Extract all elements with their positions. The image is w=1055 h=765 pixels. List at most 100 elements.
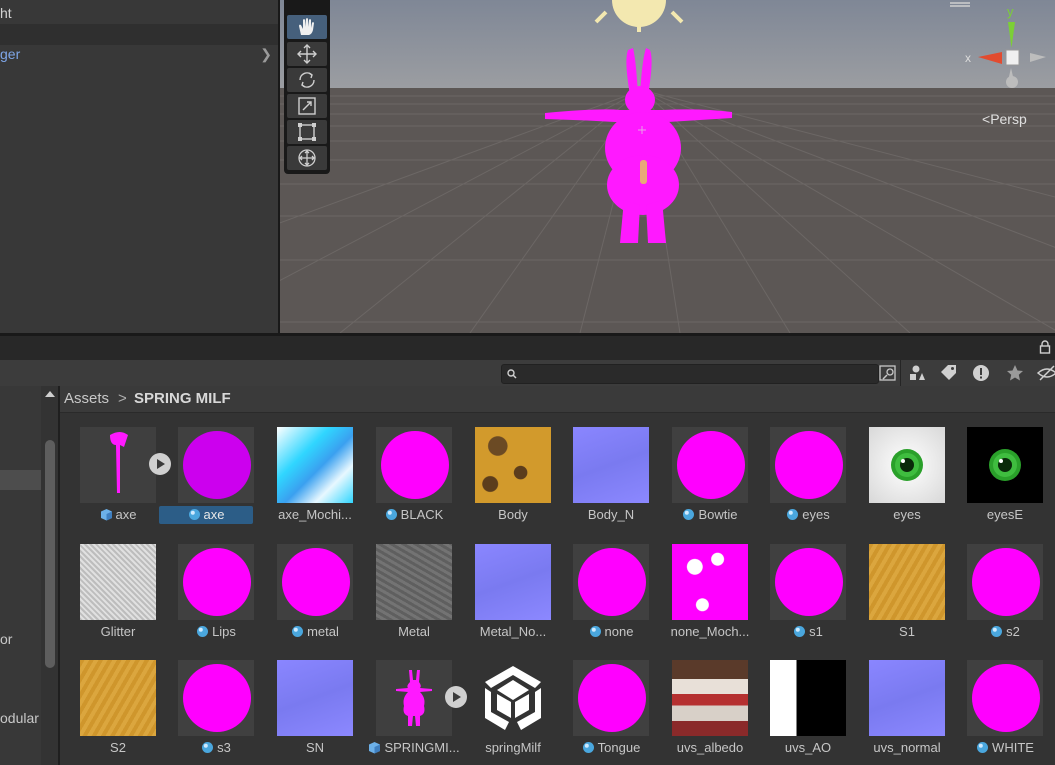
asset-label[interactable]: Metal_No... <box>465 623 561 641</box>
asset-label[interactable]: Metal <box>366 623 462 641</box>
folder-tree-item[interactable]: odular <box>0 710 39 726</box>
asset-thumbnail[interactable] <box>277 544 353 620</box>
asset-item[interactable]: Tongue <box>563 660 657 760</box>
asset-thumbnail[interactable] <box>277 427 353 503</box>
asset-label[interactable]: eyesE <box>957 506 1053 524</box>
asset-item[interactable]: springMilf <box>465 660 559 760</box>
asset-thumbnail[interactable] <box>80 544 156 620</box>
asset-label[interactable]: s3 <box>168 739 264 757</box>
asset-thumbnail[interactable] <box>178 427 254 503</box>
asset-label[interactable]: none_Moch... <box>662 623 758 641</box>
asset-label[interactable]: SPRINGMI... <box>366 739 462 757</box>
asset-label[interactable]: uvs_albedo <box>662 739 758 757</box>
asset-item[interactable]: Body <box>465 427 559 527</box>
asset-label[interactable]: s1 <box>760 623 856 641</box>
search-by-scene-icon[interactable] <box>878 364 900 382</box>
folder-tree-selected-row[interactable] <box>0 470 41 490</box>
filter-by-type-icon[interactable] <box>906 364 928 382</box>
hierarchy-item[interactable]: ger ❯ <box>0 44 278 65</box>
asset-label[interactable]: eyes <box>859 506 955 524</box>
asset-label[interactable]: Glitter <box>70 623 166 641</box>
folder-tree-item[interactable]: or <box>0 631 12 647</box>
asset-item[interactable]: Body_N <box>563 427 657 527</box>
asset-label[interactable]: Body <box>465 506 561 524</box>
asset-label[interactable]: Body_N <box>563 506 659 524</box>
breadcrumb-current[interactable]: SPRING MILF <box>134 390 231 407</box>
hierarchy-item[interactable] <box>0 24 278 45</box>
asset-item[interactable]: uvs_albedo <box>662 660 756 760</box>
asset-thumbnail[interactable] <box>376 544 452 620</box>
asset-item[interactable]: SN <box>267 660 361 760</box>
asset-label[interactable]: none <box>563 623 659 641</box>
asset-thumbnail[interactable] <box>376 427 452 503</box>
asset-label[interactable]: WHITE <box>957 739 1053 757</box>
asset-label[interactable]: axe <box>70 506 166 524</box>
asset-thumbnail[interactable] <box>475 660 551 736</box>
projection-toggle[interactable]: <Persp <box>982 111 1027 127</box>
lock-icon[interactable] <box>1039 340 1051 354</box>
asset-thumbnail[interactable] <box>475 427 551 503</box>
asset-label[interactable]: s2 <box>957 623 1053 641</box>
scale-tool-button[interactable] <box>287 94 327 118</box>
asset-thumbnail[interactable] <box>573 660 649 736</box>
asset-item[interactable]: axe_Mochi... <box>267 427 361 527</box>
asset-item[interactable]: axe <box>70 427 171 527</box>
chevron-right-icon[interactable]: ❯ <box>260 44 272 65</box>
asset-thumbnail[interactable] <box>277 660 353 736</box>
asset-thumbnail[interactable] <box>869 427 945 503</box>
asset-thumbnail[interactable] <box>967 544 1043 620</box>
search-input[interactable] <box>520 365 874 385</box>
asset-item[interactable]: Glitter <box>70 544 164 644</box>
asset-thumbnail[interactable] <box>178 544 254 620</box>
asset-item[interactable]: s3 <box>168 660 262 760</box>
asset-thumbnail[interactable] <box>573 427 649 503</box>
move-tool-button[interactable] <box>287 42 327 66</box>
asset-label[interactable]: metal <box>267 623 363 641</box>
asset-item[interactable]: S1 <box>859 544 953 644</box>
asset-thumbnail[interactable] <box>672 427 748 503</box>
asset-item[interactable]: eyesE <box>957 427 1051 527</box>
asset-thumbnail[interactable] <box>672 544 748 620</box>
asset-label[interactable]: S2 <box>70 739 166 757</box>
asset-thumbnail[interactable] <box>770 427 846 503</box>
asset-label[interactable]: Lips <box>168 623 264 641</box>
asset-label[interactable]: uvs_AO <box>760 739 856 757</box>
asset-item[interactable]: none_Moch... <box>662 544 756 644</box>
asset-item[interactable]: eyes <box>859 427 953 527</box>
asset-item[interactable]: Bowtie <box>662 427 756 527</box>
folder-scrollbar-thumb[interactable] <box>45 440 55 668</box>
asset-item[interactable]: uvs_normal <box>859 660 953 760</box>
asset-item[interactable]: axe <box>159 427 262 527</box>
log-type-filter-icon[interactable] <box>970 364 992 382</box>
asset-item[interactable]: eyes <box>760 427 854 527</box>
search-field[interactable] <box>501 364 879 385</box>
asset-item[interactable]: s2 <box>957 544 1051 644</box>
asset-item[interactable]: BLACK <box>366 427 460 527</box>
asset-thumbnail[interactable] <box>573 544 649 620</box>
breadcrumb-root[interactable]: Assets <box>64 390 109 407</box>
asset-item[interactable]: S2 <box>70 660 164 760</box>
asset-item[interactable]: WHITE <box>957 660 1051 760</box>
asset-label[interactable]: axe <box>159 506 253 524</box>
hand-tool-button[interactable] <box>287 15 327 39</box>
asset-label[interactable]: springMilf <box>465 739 561 757</box>
expand-prefab-button[interactable] <box>445 686 467 708</box>
asset-item[interactable]: metal <box>267 544 361 644</box>
asset-item[interactable]: Metal_No... <box>465 544 559 644</box>
asset-thumbnail[interactable] <box>178 660 254 736</box>
asset-thumbnail[interactable] <box>770 660 846 736</box>
asset-label[interactable]: BLACK <box>366 506 462 524</box>
asset-thumbnail[interactable] <box>967 427 1043 503</box>
rotate-tool-button[interactable] <box>287 68 327 92</box>
asset-label[interactable]: Tongue <box>563 739 659 757</box>
asset-thumbnail[interactable] <box>475 544 551 620</box>
asset-label[interactable]: eyes <box>760 506 856 524</box>
scroll-up-arrow-icon[interactable] <box>45 390 55 398</box>
asset-thumbnail[interactable] <box>967 660 1043 736</box>
asset-thumbnail[interactable] <box>376 660 452 736</box>
asset-thumbnail[interactable] <box>80 427 156 503</box>
hierarchy-item[interactable]: ht <box>0 3 278 24</box>
asset-thumbnail[interactable] <box>770 544 846 620</box>
asset-item[interactable]: uvs_AO <box>760 660 854 760</box>
asset-item[interactable]: SPRINGMI... <box>366 660 467 760</box>
